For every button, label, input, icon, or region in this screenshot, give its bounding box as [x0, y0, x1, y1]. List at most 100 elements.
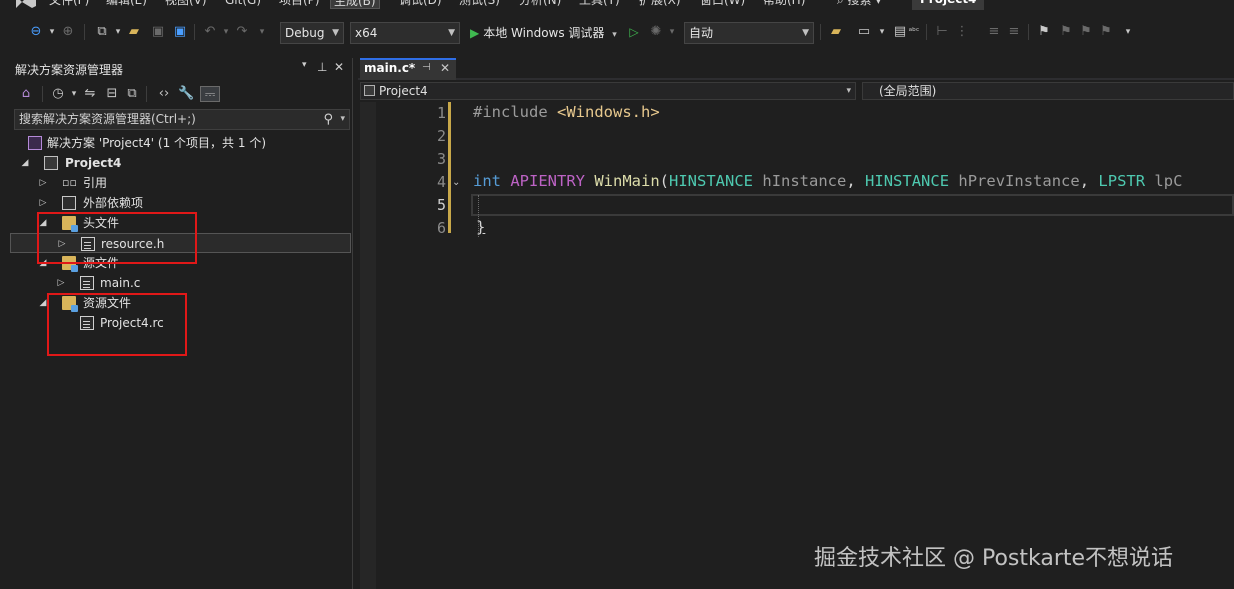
step-icon[interactable]: ⊢ — [934, 24, 950, 40]
collapsed-icon[interactable]: ▷ — [38, 193, 48, 213]
menu-edit[interactable]: 编辑(E) — [103, 0, 150, 9]
preview-selected-icon[interactable]: ⎓ — [200, 86, 220, 102]
indent-icon[interactable]: ≡ — [1006, 24, 1022, 40]
undo-dropdown-icon[interactable]: ▾ — [218, 24, 234, 40]
panel-options-icon[interactable]: ▾ — [302, 60, 307, 70]
main-toolbar: ⊖ ▾ ⊕ ⧉ ▾ ▰ ▣ ▣ ↶ ▾ ↷ ▾ Debug ▼ x64 ▼ ▶ 本… — [0, 18, 1234, 46]
close-icon[interactable]: ✕ — [440, 61, 450, 75]
tree-item-main-c[interactable]: ▷ main.c — [10, 273, 351, 293]
solution-explorer-header: 解决方案资源管理器 ▾ ⊥ ✕ — [10, 58, 353, 80]
global-scope-select[interactable]: (全局范围) — [862, 82, 1234, 100]
spell-check-icon[interactable]: ᵃᵇᶜ — [906, 24, 922, 40]
close-icon[interactable]: ✕ — [334, 60, 344, 74]
tab-main-c[interactable]: main.c* ⊣ ✕ — [360, 58, 456, 80]
open-folder-icon[interactable]: ▰ — [126, 24, 142, 40]
folder-search-icon[interactable]: ▰ — [828, 24, 844, 40]
toolbar-separator — [146, 86, 147, 102]
collapse-all-icon[interactable]: ⊟ — [104, 86, 120, 102]
pending-changes-icon[interactable]: ◷ — [50, 86, 66, 102]
start-debugging-button[interactable]: ▶ 本地 Windows 调试器 ▾ — [470, 23, 617, 43]
tab-label: main.c* — [364, 61, 416, 75]
code-view-icon[interactable]: ‹› — [156, 86, 172, 102]
project-title-tab[interactable]: Project4 — [912, 0, 985, 10]
project-icon — [364, 85, 375, 96]
type-hinstance: HINSTANCE — [669, 172, 754, 190]
hot-reload-icon[interactable]: ✺ — [648, 24, 664, 40]
auto-select[interactable]: 自动 ▼ — [684, 22, 814, 44]
code-area[interactable]: ⌄ 1 2 3 4 5 6 #include <Windows.h> int A… — [376, 102, 1234, 589]
solution-search-input[interactable]: 搜索解决方案资源管理器(Ctrl+;) ⚲ ▾ — [14, 109, 350, 130]
show-all-files-icon[interactable]: ⧉ — [124, 86, 140, 102]
format-icon[interactable]: ⋮ — [954, 24, 970, 40]
redo-dropdown-icon[interactable]: ▾ — [254, 24, 270, 40]
pending-dropdown-icon[interactable]: ▾ — [66, 86, 82, 102]
outdent-icon[interactable]: ≡ — [986, 24, 1002, 40]
tree-item-solution[interactable]: 解决方案 'Project4' (1 个项目，共 1 个) — [10, 133, 351, 153]
source-file-icon — [80, 276, 94, 290]
forward-icon[interactable]: ⊕ — [60, 24, 76, 40]
home-icon[interactable]: ⌂ — [18, 86, 34, 102]
play-icon: ▶ — [470, 26, 480, 40]
start-without-debugging-icon[interactable]: ▷ — [626, 24, 642, 40]
main-c-label: main.c — [100, 276, 141, 290]
pin-icon[interactable]: ⊥ — [317, 60, 327, 74]
window-layout-icon[interactable]: ▭ — [856, 24, 872, 40]
function-name: WinMain — [594, 172, 660, 190]
prev-bookmark-icon[interactable]: ⚑ — [1058, 24, 1074, 40]
search-icon: ⌕ — [837, 0, 848, 7]
platform-select[interactable]: x64 ▼ — [350, 22, 460, 44]
configuration-select[interactable]: Debug ▼ — [280, 22, 344, 44]
new-dropdown-icon[interactable]: ▾ — [110, 24, 126, 40]
expanded-icon[interactable]: ◢ — [20, 153, 30, 173]
tree-item-external-dependencies[interactable]: ▷ 外部依赖项 — [10, 193, 351, 213]
menu-help[interactable]: 帮助(H) — [760, 0, 808, 9]
bookmark-icon[interactable]: ⚑ — [1036, 24, 1052, 40]
save-all-icon[interactable]: ▣ — [172, 24, 188, 40]
current-line-highlight — [471, 194, 1234, 216]
editor-tab-strip: main.c* ⊣ ✕ — [358, 58, 1234, 80]
save-icon[interactable]: ▣ — [150, 24, 166, 40]
menu-analyze[interactable]: 分析(N) — [516, 0, 564, 9]
menu-tools[interactable]: 工具(T) — [576, 0, 623, 9]
menu-debug[interactable]: 调试(D) — [396, 0, 445, 9]
watermark: 掘金技术社区 @ Postkarte不想说话 — [814, 546, 1174, 571]
menu-project[interactable]: 项目(P) — [276, 0, 323, 9]
toolbar-separator — [820, 24, 821, 40]
sync-icon[interactable]: ⇋ — [82, 86, 98, 102]
solution-explorer-title: 解决方案资源管理器 — [15, 63, 124, 77]
menu-test[interactable]: 测试(S) — [456, 0, 503, 9]
search-icon[interactable]: ⚲ — [323, 110, 333, 129]
properties-icon[interactable]: 🔧 — [178, 86, 194, 102]
solution-icon — [28, 136, 42, 150]
toolbar-separator — [194, 24, 195, 40]
chevron-down-icon[interactable]: ▾ — [340, 110, 345, 129]
line-number: 3 — [436, 150, 446, 168]
layout-dropdown-icon[interactable]: ▾ — [874, 24, 890, 40]
back-dropdown-icon[interactable]: ▾ — [44, 24, 60, 40]
menu-git[interactable]: Git(G) — [222, 0, 264, 9]
menu-window[interactable]: 窗口(W) — [697, 0, 748, 9]
redo-icon[interactable]: ↷ — [234, 24, 250, 40]
collapsed-icon[interactable]: ▷ — [56, 273, 66, 293]
toolbar-overflow-icon[interactable]: ▾ — [1120, 24, 1136, 40]
menu-extensions[interactable]: 扩展(X) — [636, 0, 684, 9]
back-icon[interactable]: ⊖ — [28, 24, 44, 40]
tree-item-references[interactable]: ▷ ▫▫ 引用 — [10, 173, 351, 193]
menu-build[interactable]: 生成(B) — [330, 0, 380, 9]
menu-file[interactable]: 文件(F) — [46, 0, 92, 9]
menu-view[interactable]: 视图(V) — [162, 0, 210, 9]
collapsed-icon[interactable]: ▷ — [38, 173, 48, 193]
clear-bookmarks-icon[interactable]: ⚑ — [1098, 24, 1114, 40]
new-project-icon[interactable]: ⧉ — [94, 24, 110, 40]
preprocessor-directive: #include — [473, 103, 548, 121]
project-scope-select[interactable]: Project4 ▾ — [360, 82, 856, 100]
menu-search-label: 搜索 — [847, 0, 872, 7]
menu-search[interactable]: ⌕ 搜索 ▾ — [834, 0, 884, 9]
menu-bar: 文件(F) 编辑(E) 视图(V) Git(G) 项目(P) 生成(B) 调试(… — [0, 0, 1234, 10]
hot-reload-dropdown-icon[interactable]: ▾ — [664, 24, 680, 40]
fold-collapse-icon[interactable]: ⌄ — [452, 177, 460, 188]
tree-item-project[interactable]: ◢ Project4 — [10, 153, 351, 173]
undo-icon[interactable]: ↶ — [202, 24, 218, 40]
next-bookmark-icon[interactable]: ⚑ — [1078, 24, 1094, 40]
pin-icon[interactable]: ⊣ — [422, 62, 431, 73]
